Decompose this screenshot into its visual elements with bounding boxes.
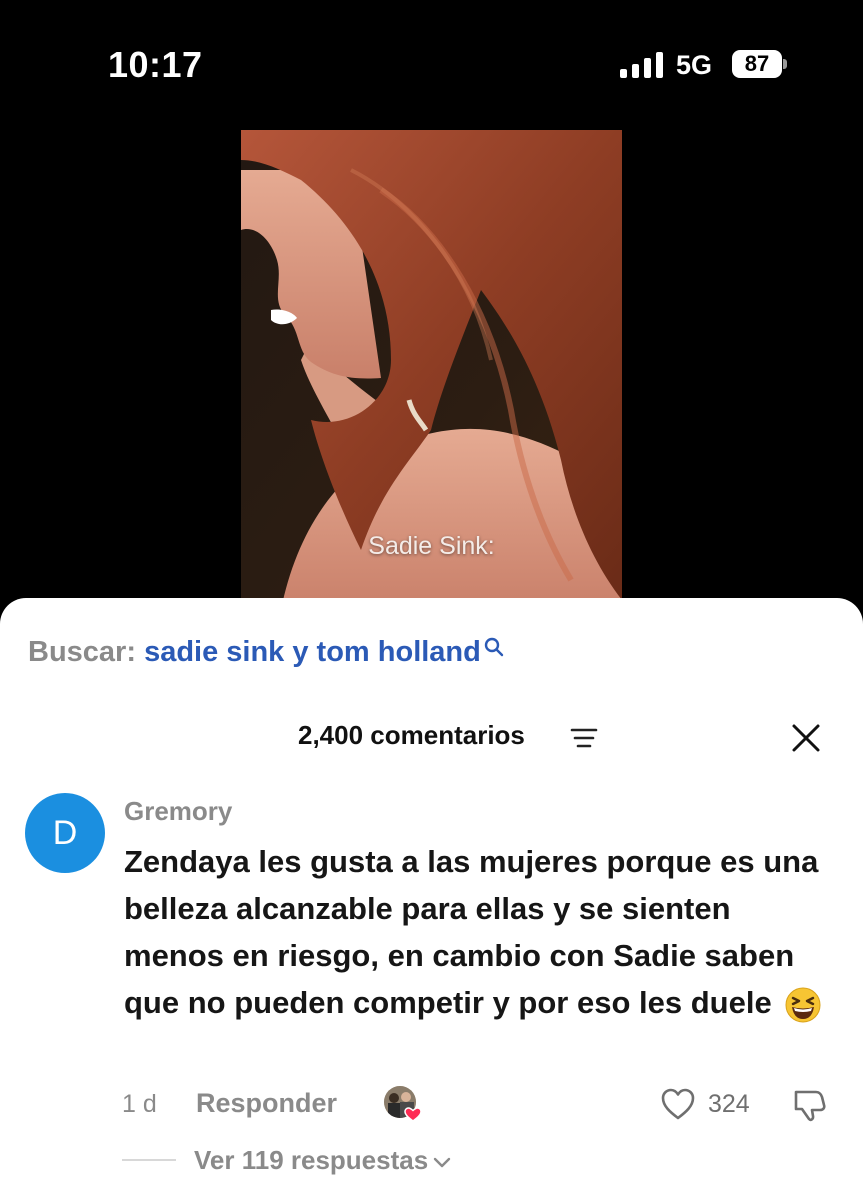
heart-icon[interactable]	[660, 1087, 696, 1121]
reply-button[interactable]: Responder	[196, 1088, 337, 1119]
search-label: Buscar:	[28, 636, 136, 668]
creator-liked-badge	[384, 1086, 422, 1122]
status-bar: 10:17 5G 87	[0, 0, 863, 120]
chevron-down-icon	[433, 1157, 451, 1168]
search-icon	[484, 637, 504, 657]
comment-body: Zendaya les gusta a las mujeres porque e…	[124, 844, 819, 1020]
battery-level: 87	[744, 51, 770, 76]
sort-icon[interactable]	[570, 727, 598, 749]
view-replies-row[interactable]: Ver 119 respuestas	[0, 1143, 863, 1179]
close-icon[interactable]	[790, 722, 822, 754]
comment-timestamp: 1 d	[122, 1090, 157, 1118]
comment-username[interactable]: Gremory	[124, 796, 232, 827]
network-type: 5G	[676, 50, 713, 80]
dislike-icon[interactable]	[792, 1088, 828, 1122]
battery-body: 87	[732, 50, 782, 78]
comment-text: Zendaya les gusta a las mujeres porque e…	[124, 838, 824, 1026]
view-replies-button[interactable]: Ver 119 respuestas	[194, 1145, 452, 1176]
view-replies-label: Ver 119 respuestas	[194, 1145, 429, 1175]
search-suggestion[interactable]: Buscar: sadie sink y tom holland	[28, 636, 505, 669]
battery-icon: 87	[732, 50, 787, 78]
signal-icon	[620, 52, 663, 78]
laughing-emoji-icon	[785, 987, 821, 1023]
avatar[interactable]: D	[25, 793, 105, 873]
comments-sheet: Buscar: sadie sink y tom holland 2,400 c…	[0, 598, 863, 1200]
video-caption: Sadie Sink:	[368, 532, 495, 560]
comments-header: 2,400 comentarios	[0, 720, 863, 756]
search-query-link[interactable]: sadie sink y tom holland	[144, 636, 481, 668]
comment-count: 2,400 comentarios	[298, 720, 525, 750]
replies-divider	[122, 1159, 176, 1161]
battery-cap	[783, 59, 787, 69]
video-thumbnail[interactable]: Sadie Sink:	[241, 130, 622, 610]
comment-meta: 1 d Responder 324	[0, 1086, 863, 1126]
avatar-letter: D	[52, 813, 78, 852]
like-count: 324	[708, 1090, 750, 1118]
video-area[interactable]: Sadie Sink:	[0, 120, 863, 610]
status-time: 10:17	[108, 44, 203, 85]
